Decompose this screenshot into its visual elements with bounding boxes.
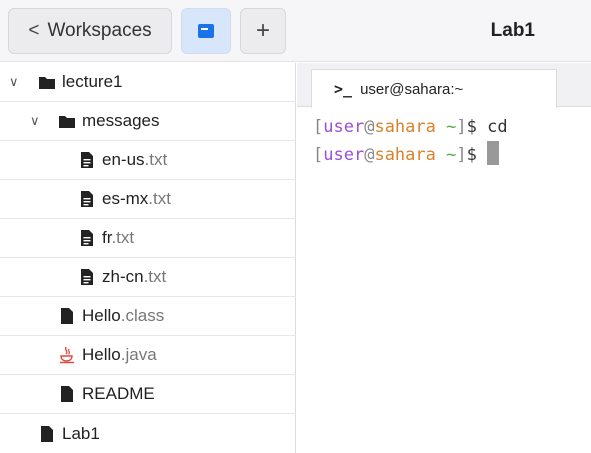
- prompt-at: @: [364, 117, 375, 137]
- add-tab-button[interactable]: +: [240, 8, 286, 54]
- tree-item-ext: .txt: [111, 228, 135, 247]
- terminal-tab-strip: >_ user@sahara:~: [297, 63, 591, 108]
- tree-item-es-mx[interactable]: es-mx.txt: [0, 180, 296, 219]
- tree-item-ext: .txt: [148, 189, 171, 208]
- prompt-host: sahara: [374, 145, 436, 165]
- folder-icon: [39, 77, 55, 89]
- tree-item-hello-java[interactable]: Hello.java: [0, 336, 296, 375]
- tree-item-label: Hello: [82, 306, 121, 325]
- tree-item-label: en-us: [102, 150, 145, 169]
- tree-item-messages[interactable]: ∨ messages: [0, 102, 296, 141]
- file-tree: ∨ lecture1 ∨ messages en-us.txt es-mx.tx…: [0, 63, 296, 453]
- prompt-dir: ~: [446, 117, 457, 137]
- plus-icon: +: [255, 17, 270, 44]
- files-panel-icon: [198, 24, 214, 38]
- prompt-at: @: [364, 145, 375, 165]
- terminal-tab-label: user@sahara:~: [360, 80, 464, 98]
- terminal-panel[interactable]: >_ user@sahara:~ [user@sahara ~]$ cd [use…: [297, 63, 591, 453]
- workspaces-label: Workspaces: [47, 20, 152, 41]
- prompt-dir: ~: [446, 145, 457, 165]
- tree-item-readme[interactable]: README: [0, 375, 296, 414]
- file-icon: [61, 308, 73, 324]
- workspaces-button[interactable]: < Workspaces: [8, 8, 172, 54]
- tree-item-fr[interactable]: fr.txt: [0, 219, 296, 258]
- java-icon: [60, 346, 74, 364]
- tree-item-label: Lab1: [62, 423, 100, 443]
- tree-item-en-us[interactable]: en-us.txt: [0, 141, 296, 180]
- prompt-user: user: [323, 145, 365, 165]
- file-icon: [61, 386, 73, 402]
- tree-item-label: Hello: [82, 345, 121, 364]
- terminal-output[interactable]: [user@sahara ~]$ cd [user@sahara ~]$: [313, 113, 508, 169]
- tree-item-label: es-mx: [102, 189, 149, 208]
- tree-item-ext: .txt: [144, 150, 168, 169]
- text-file-icon: [81, 152, 93, 168]
- tree-item-label: README: [82, 384, 155, 403]
- terminal-line: [user@sahara ~]$: [313, 141, 508, 169]
- tree-item-lab1[interactable]: Lab1: [0, 414, 296, 453]
- files-view-button[interactable]: [181, 8, 231, 54]
- tree-item-label: messages: [82, 111, 160, 130]
- folder-icon: [59, 116, 75, 128]
- chevron-down-icon[interactable]: ∨: [9, 74, 19, 90]
- tree-item-ext: .class: [120, 306, 165, 325]
- tree-item-ext: .txt: [143, 267, 167, 286]
- terminal-tab[interactable]: >_ user@sahara:~: [311, 69, 557, 108]
- terminal-cursor: [487, 141, 500, 165]
- text-file-icon: [81, 269, 93, 285]
- text-file-icon: [81, 230, 93, 246]
- tree-item-lecture1[interactable]: ∨ lecture1: [0, 63, 296, 102]
- terminal-line: [user@sahara ~]$ cd: [313, 117, 508, 137]
- prompt-user: user: [323, 117, 365, 137]
- tree-item-zh-cn[interactable]: zh-cn.txt: [0, 258, 296, 297]
- file-icon: [41, 425, 53, 442]
- prompt-host: sahara: [374, 117, 436, 137]
- tree-item-label: lecture1: [62, 72, 123, 91]
- terminal-command: cd: [487, 117, 508, 137]
- chevron-down-icon[interactable]: ∨: [30, 113, 40, 129]
- tree-item-hello-class[interactable]: Hello.class: [0, 297, 296, 336]
- chevron-left-icon: <: [28, 20, 40, 41]
- top-bar: < Workspaces + Lab1: [0, 0, 591, 62]
- workspace-title: Lab1: [490, 20, 535, 41]
- tree-item-label: zh-cn: [102, 267, 144, 286]
- text-file-icon: [81, 191, 93, 207]
- tree-item-ext: .java: [120, 345, 157, 364]
- terminal-icon: >_: [334, 80, 353, 98]
